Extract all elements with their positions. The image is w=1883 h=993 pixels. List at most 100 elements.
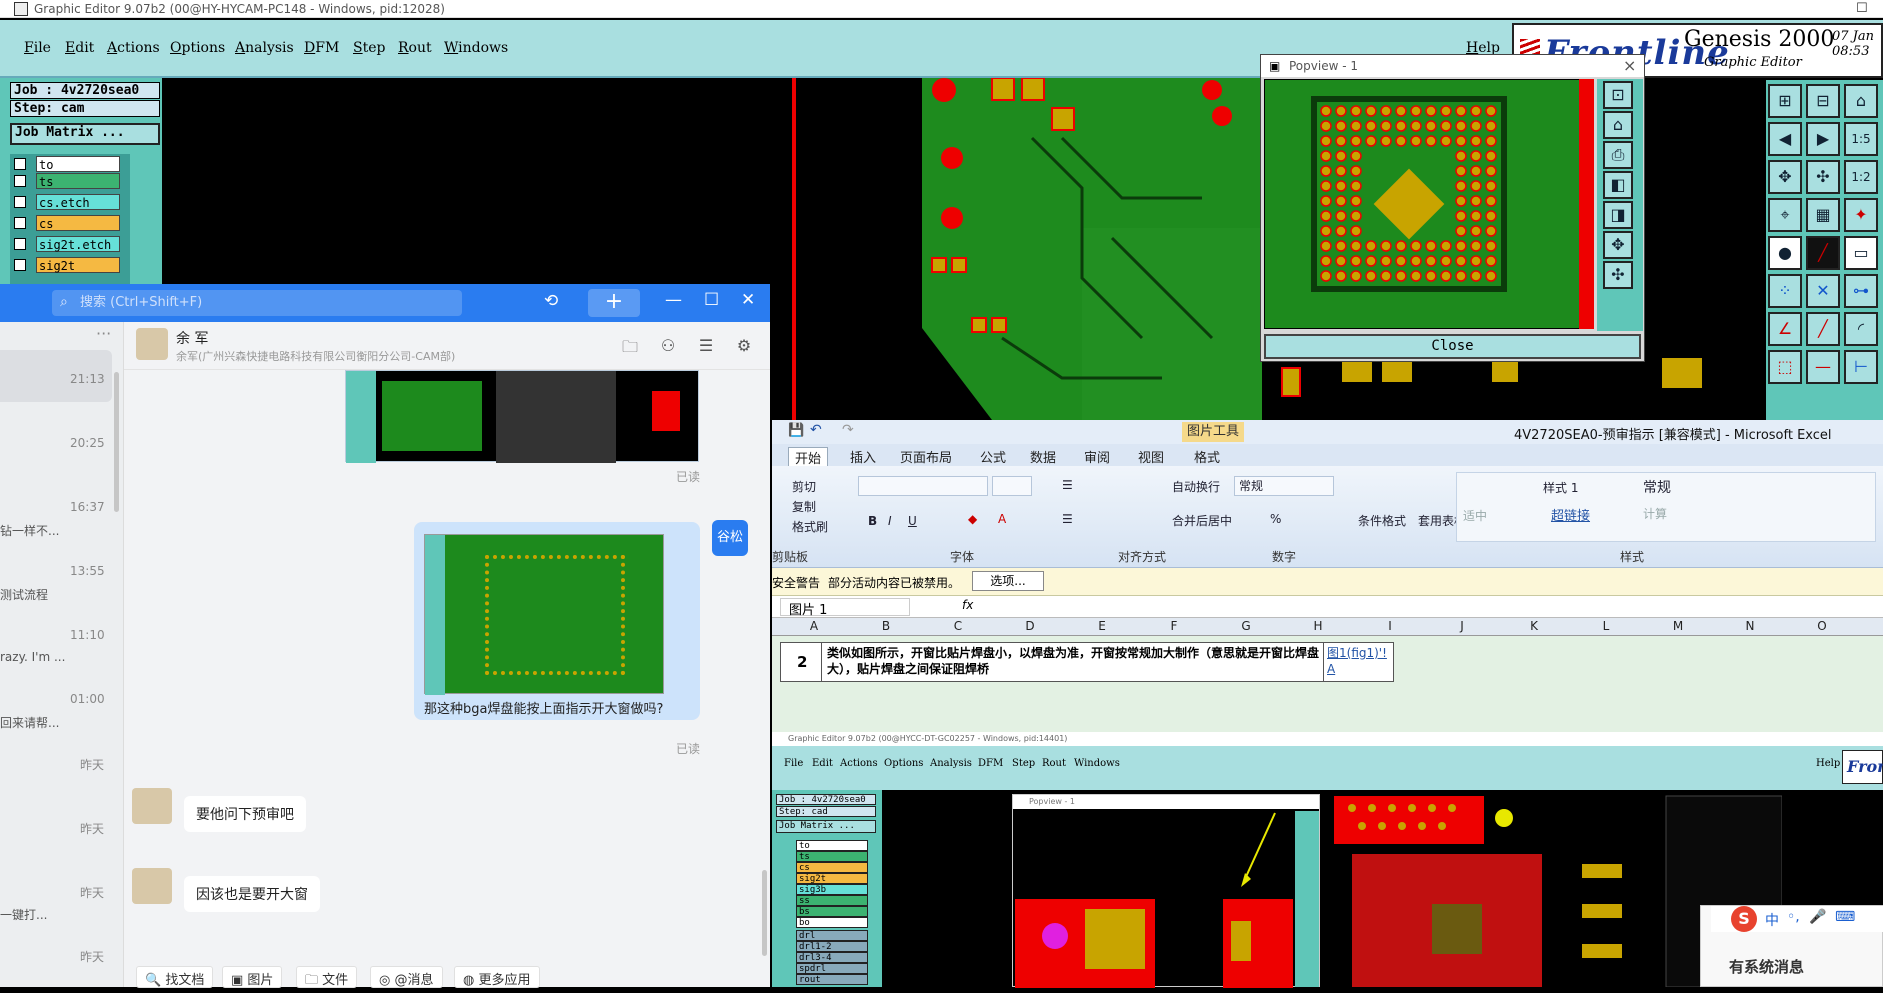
column-header[interactable]: K	[1524, 619, 1544, 633]
add-button[interactable]: +	[588, 289, 640, 317]
security-options-button[interactable]: 选项...	[972, 571, 1044, 591]
tool-forward-icon[interactable]: ▶	[1806, 122, 1840, 156]
menu-analysis[interactable]: Analysis	[930, 758, 972, 769]
menu-actions[interactable]: Actions	[840, 758, 878, 769]
maximize-icon[interactable]: ☐	[704, 290, 719, 310]
layer-name[interactable]: bs	[796, 906, 868, 917]
history-icon[interactable]: ⟲	[544, 291, 558, 311]
font-color-icon[interactable]: A	[998, 512, 1006, 526]
job-matrix-button[interactable]: Job Matrix ...	[776, 820, 876, 833]
column-header[interactable]: E	[1092, 619, 1112, 633]
menu-help[interactable]: Help	[1816, 758, 1840, 769]
layer-name[interactable]: drl1-2	[796, 941, 868, 952]
layer-checkbox[interactable]	[14, 175, 26, 187]
tool-angle-icon[interactable]: ∠	[1768, 312, 1802, 346]
contact-avatar[interactable]	[136, 328, 168, 360]
tab-insert[interactable]: 插入	[850, 447, 876, 466]
layer-name[interactable]: ss	[796, 895, 868, 906]
column-header[interactable]: B	[876, 619, 896, 633]
style-neutral[interactable]: 适中	[1463, 507, 1487, 524]
style-1[interactable]: 样式 1	[1543, 479, 1578, 496]
style-calc[interactable]: 计算	[1643, 505, 1667, 522]
popview-prev-icon[interactable]: ◧	[1603, 171, 1633, 199]
menu-options[interactable]: Options	[170, 40, 225, 56]
tool-select-icon[interactable]: ⬚	[1768, 350, 1802, 384]
tab-format[interactable]: 格式	[1194, 447, 1220, 466]
popview-zoom-icon[interactable]: ⊡	[1603, 81, 1633, 109]
tool-snap-icon[interactable]: ✦	[1844, 198, 1878, 232]
list-scrollbar[interactable]	[114, 372, 119, 512]
menu-analysis[interactable]: Analysis	[235, 40, 294, 56]
layer-checkbox[interactable]	[14, 238, 26, 250]
ime-lang[interactable]: 中	[1765, 910, 1779, 930]
popview-pan-icon[interactable]: ✣	[1603, 261, 1633, 289]
layer-name[interactable]: cs	[796, 862, 868, 873]
close-icon[interactable]: ×	[1623, 56, 1636, 75]
tool-draw-icon[interactable]: ╱	[1806, 312, 1840, 346]
menu-rout[interactable]: Rout	[1042, 758, 1066, 769]
layer-name[interactable]: bo	[796, 917, 868, 928]
menu-actions[interactable]: Actions	[107, 40, 160, 56]
fill-color-icon[interactable]: ◆	[968, 512, 977, 526]
style-hyperlink[interactable]: 超链接	[1551, 505, 1590, 524]
column-header[interactable]: O	[1812, 619, 1832, 633]
chat-scrollbar[interactable]	[762, 870, 767, 956]
menu-edit[interactable]: Edit	[65, 40, 94, 56]
table-row[interactable]: 2 类似如图所示，开窗比贴片焊盘小，以焊盘为准，开窗按常规加大制作（意思就是开窗…	[780, 642, 1394, 682]
tab-formulas[interactable]: 公式	[980, 447, 1006, 466]
conversation-snippet[interactable]: 测试流程	[0, 586, 120, 603]
menu-dfm[interactable]: DFM	[978, 758, 1003, 769]
received-message-bubble[interactable]: 因该也是要开大窗	[184, 876, 320, 912]
italic-button[interactable]: I	[888, 514, 892, 528]
menu-file[interactable]: File	[24, 40, 51, 56]
layer-row[interactable]: sig2t.etch	[14, 236, 132, 253]
column-header[interactable]: L	[1596, 619, 1616, 633]
layer-row[interactable]: cs.etch	[14, 194, 132, 211]
menu-edit[interactable]: Edit	[812, 758, 833, 769]
tool-line-icon[interactable]: ╱	[1806, 236, 1840, 270]
tab-view[interactable]: 视图	[1138, 447, 1164, 466]
layer-name[interactable]: sig2t	[796, 873, 868, 884]
more-icon[interactable]: ···	[96, 324, 111, 343]
column-header[interactable]: N	[1740, 619, 1760, 633]
tool-measure-icon[interactable]: ⌖	[1768, 198, 1802, 232]
received-message-bubble[interactable]: 要他问下预审吧	[184, 796, 306, 832]
close-icon[interactable]: ✕	[741, 290, 755, 310]
contact-avatar[interactable]	[132, 788, 172, 824]
tool-pan-icon[interactable]: ✣	[1806, 160, 1840, 194]
layer-checkbox[interactable]	[14, 158, 26, 170]
align-left-icon[interactable]: ☰	[1062, 512, 1073, 526]
column-header[interactable]: G	[1236, 619, 1256, 633]
minimize-icon[interactable]: ☐	[1856, 0, 1868, 18]
search-history-icon[interactable]: ☰	[696, 336, 716, 356]
column-header[interactable]: F	[1164, 619, 1184, 633]
find-doc-button[interactable]: 🔍 找文档	[136, 966, 214, 988]
column-header[interactable]: M	[1668, 619, 1688, 633]
tool-scale2-icon[interactable]: 1:2	[1844, 160, 1878, 194]
save-icon[interactable]: 💾	[788, 423, 804, 438]
style-normal[interactable]: 常规	[1643, 477, 1671, 497]
popview-fit-icon[interactable]: ✥	[1603, 231, 1633, 259]
menu-dfm[interactable]: DFM	[304, 40, 339, 56]
mic-icon[interactable]: 🎤	[1809, 909, 1826, 925]
cell-hyperlink[interactable]: 图1(fig1)'!A	[1327, 645, 1393, 677]
layer-checkbox[interactable]	[14, 259, 26, 271]
percent-icon[interactable]: %	[1270, 512, 1281, 526]
job-matrix-button[interactable]: Job Matrix ...	[10, 123, 160, 145]
popview-print-icon[interactable]: ⎙	[1603, 141, 1633, 169]
folder-icon[interactable]: 🗀	[620, 336, 640, 356]
align-top-icon[interactable]: ☰	[1062, 478, 1073, 492]
sent-message-bubble[interactable]: 那这种bga焊盘能按上面指示开大窗做吗?	[414, 522, 700, 720]
conversation-snippet[interactable]: 一键打...	[0, 906, 120, 923]
tab-home[interactable]: 开始	[788, 447, 829, 468]
layer-name[interactable]: sig3b	[796, 884, 868, 895]
column-header[interactable]: A	[804, 619, 824, 633]
tool-pad-icon[interactable]: ●	[1768, 236, 1802, 270]
keyboard-icon[interactable]: ⌨	[1835, 909, 1855, 925]
tool-home-icon[interactable]: ⌂	[1844, 84, 1878, 118]
contact-avatar[interactable]	[132, 868, 172, 904]
layer-checkbox[interactable]	[14, 196, 26, 208]
tool-cross-icon[interactable]: ✕	[1806, 274, 1840, 308]
layer-name[interactable]: rout	[796, 974, 868, 985]
column-header[interactable]: C	[948, 619, 968, 633]
